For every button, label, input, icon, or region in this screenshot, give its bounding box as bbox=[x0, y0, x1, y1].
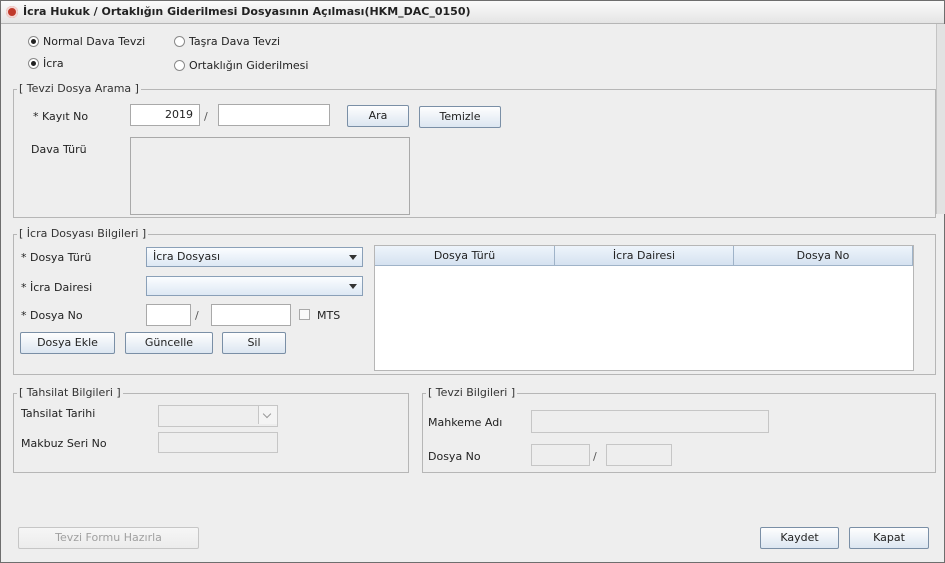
tevzi-dosya-no-number-field[interactable] bbox=[606, 444, 672, 466]
window-edge bbox=[936, 24, 945, 214]
tevzi-formu-hazirla-button[interactable]: Tevzi Formu Hazırla bbox=[18, 527, 199, 549]
dosya-turu-select[interactable]: İcra Dosyası bbox=[146, 247, 363, 267]
dosya-no-label: * Dosya No bbox=[21, 309, 83, 322]
radio-ortakligin-giderilmesi[interactable] bbox=[174, 60, 185, 71]
tahsilat-bilgileri-legend: [ Tahsilat Bilgileri ] bbox=[17, 386, 123, 399]
tevzi-dosya-no-label: Dosya No bbox=[428, 450, 481, 463]
mahkeme-adi-label: Mahkeme Adı bbox=[428, 416, 503, 429]
icra-dairesi-select[interactable] bbox=[146, 276, 363, 296]
dava-turu-area bbox=[130, 137, 410, 215]
mts-label: MTS bbox=[317, 309, 341, 322]
dosya-no-number-field[interactable] bbox=[211, 304, 291, 326]
dosya-no-year-field[interactable] bbox=[146, 304, 191, 326]
tahsilat-tarihi-select[interactable] bbox=[158, 405, 278, 427]
tevzi-dosya-no-year-field[interactable] bbox=[531, 444, 590, 466]
ara-button[interactable]: Ara bbox=[347, 105, 409, 127]
dosya-turu-value: İcra Dosyası bbox=[153, 250, 221, 263]
kayit-no-year-field[interactable]: 2019 bbox=[130, 104, 200, 126]
table-header: Dosya Türü İcra Dairesi Dosya No bbox=[375, 246, 913, 266]
radio-tasra-dava-tevzi[interactable] bbox=[174, 36, 185, 47]
tevzi-bilgileri-legend: [ Tevzi Bilgileri ] bbox=[426, 386, 518, 399]
column-header-icra-dairesi[interactable]: İcra Dairesi bbox=[555, 246, 734, 266]
icra-dosya-table[interactable]: Dosya Türü İcra Dairesi Dosya No bbox=[374, 245, 914, 371]
kaydet-button[interactable]: Kaydet bbox=[760, 527, 839, 549]
dosya-turu-dropdown-icon bbox=[349, 255, 357, 260]
tahsilat-tarihi-chevron-icon bbox=[258, 406, 277, 424]
kayit-no-number-field[interactable] bbox=[218, 104, 330, 126]
radio-icra-label: İcra bbox=[43, 57, 64, 70]
tahsilat-tarihi-label: Tahsilat Tarihi bbox=[21, 407, 96, 420]
tevzi-bilgileri-group: [ Tevzi Bilgileri ] bbox=[422, 386, 936, 473]
kapat-button[interactable]: Kapat bbox=[849, 527, 929, 549]
kayit-no-label: * Kayıt No bbox=[33, 110, 89, 123]
column-header-dosya-no[interactable]: Dosya No bbox=[734, 246, 913, 266]
radio-ortakligin-giderilmesi-label: Ortaklığın Giderilmesi bbox=[189, 59, 309, 72]
temizle-button[interactable]: Temizle bbox=[419, 106, 501, 128]
dava-turu-label: Dava Türü bbox=[31, 143, 87, 156]
kayit-no-separator: / bbox=[204, 110, 208, 123]
sil-button[interactable]: Sil bbox=[222, 332, 286, 354]
title-bar[interactable]: İcra Hukuk / Ortaklığın Giderilmesi Dosy… bbox=[1, 1, 944, 24]
app-emblem-icon bbox=[6, 6, 18, 18]
dosya-no-separator: / bbox=[195, 309, 199, 322]
tevzi-dosya-no-separator: / bbox=[593, 450, 597, 463]
radio-normal-dava-tevzi[interactable] bbox=[28, 36, 39, 47]
radio-tasra-dava-tevzi-label: Taşra Dava Tevzi bbox=[189, 35, 281, 48]
guncelle-button[interactable]: Güncelle bbox=[125, 332, 213, 354]
radio-icra[interactable] bbox=[28, 58, 39, 69]
dosya-ekle-button[interactable]: Dosya Ekle bbox=[20, 332, 115, 354]
icra-dosyasi-bilgileri-legend: [ İcra Dosyası Bilgileri ] bbox=[17, 227, 149, 240]
mts-checkbox[interactable] bbox=[299, 309, 310, 320]
dosya-turu-label: * Dosya Türü bbox=[21, 251, 92, 264]
column-header-dosya-turu[interactable]: Dosya Türü bbox=[375, 246, 555, 266]
tevzi-dosya-arama-legend: [ Tevzi Dosya Arama ] bbox=[17, 82, 141, 95]
icra-dairesi-label: * İcra Dairesi bbox=[21, 281, 93, 294]
mahkeme-adi-field[interactable] bbox=[531, 410, 769, 433]
makbuz-seri-no-label: Makbuz Seri No bbox=[21, 437, 107, 450]
dialog-window: İcra Hukuk / Ortaklığın Giderilmesi Dosy… bbox=[0, 0, 945, 563]
icra-dairesi-dropdown-icon bbox=[349, 284, 357, 289]
makbuz-seri-no-field[interactable] bbox=[158, 432, 278, 453]
window-title: İcra Hukuk / Ortaklığın Giderilmesi Dosy… bbox=[23, 5, 471, 18]
radio-normal-dava-tevzi-label: Normal Dava Tevzi bbox=[43, 35, 146, 48]
